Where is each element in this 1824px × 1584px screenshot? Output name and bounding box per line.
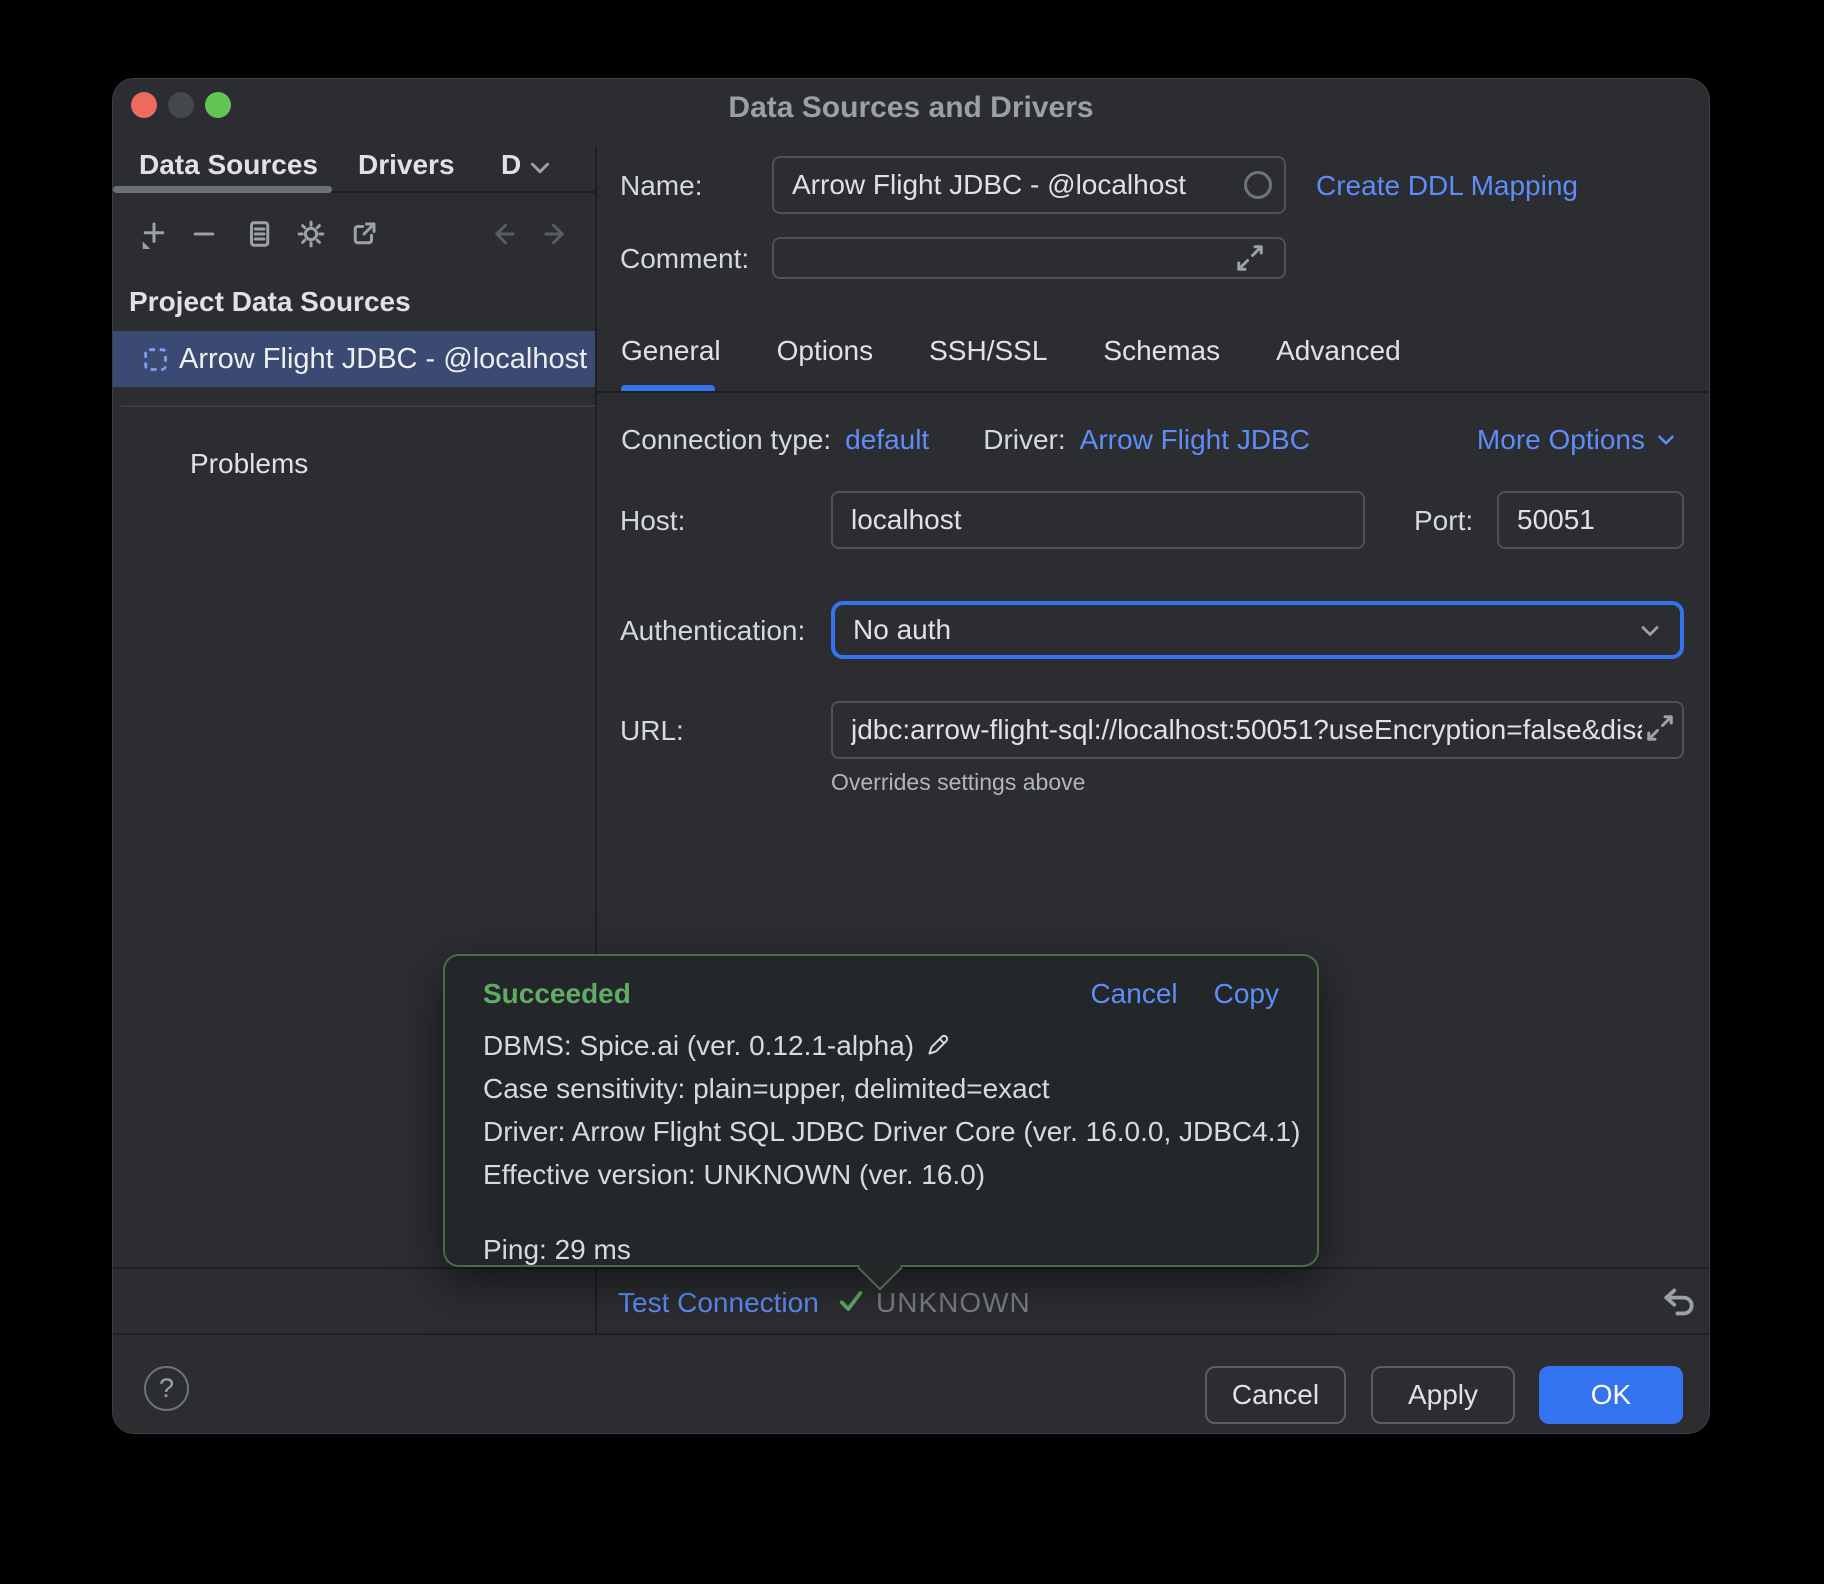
forward-icon[interactable] (541, 219, 571, 249)
datasource-label: Arrow Flight JDBC - @localhost (179, 343, 587, 376)
revert-undo-icon[interactable] (1660, 1281, 1698, 1319)
settings-gear-icon[interactable] (296, 219, 326, 249)
driver-value-link[interactable]: Arrow Flight JDBC (1080, 424, 1310, 456)
case-sensitivity-line: Case sensitivity: plain=upper, delimited… (483, 1067, 1050, 1110)
url-hint: Overrides settings above (831, 769, 1085, 796)
effective-version-line: Effective version: UNKNOWN (ver. 16.0) (483, 1153, 985, 1196)
authentication-value: No auth (853, 614, 951, 646)
name-input[interactable] (772, 156, 1286, 214)
edit-pencil-icon[interactable] (924, 1033, 950, 1059)
port-input[interactable] (1497, 491, 1684, 549)
tab-general[interactable]: General (621, 335, 721, 373)
ping-line: Ping: 29 ms (483, 1234, 1279, 1266)
url-label: URL: (620, 715, 684, 747)
datasource-list-item[interactable]: Arrow Flight JDBC - @localhost (113, 331, 595, 387)
connection-type-label: Connection type: (621, 424, 831, 456)
export-icon[interactable] (349, 219, 379, 249)
titlebar: Data Sources and Drivers (113, 79, 1709, 147)
test-connection-link[interactable]: Test Connection (618, 1287, 819, 1319)
help-icon[interactable]: ? (144, 1366, 189, 1411)
create-ddl-mapping-link[interactable]: Create DDL Mapping (1316, 170, 1578, 202)
cancel-button[interactable]: Cancel (1205, 1366, 1346, 1424)
back-icon[interactable] (488, 219, 518, 249)
expand-comment-icon[interactable] (1235, 243, 1265, 273)
test-connection-result-popup: Succeeded Cancel Copy DBMS: Spice.ai (ve… (443, 954, 1319, 1267)
data-sources-dialog: Data Sources and Drivers Data Sources Dr… (112, 78, 1710, 1434)
left-toolbar (113, 219, 595, 253)
section-header: Project Data Sources (129, 286, 411, 318)
add-icon[interactable] (139, 219, 169, 249)
authentication-label: Authentication: (620, 615, 805, 647)
left-panel-divider (121, 405, 595, 407)
connection-type-value[interactable]: default (845, 424, 929, 456)
host-input[interactable] (831, 491, 1365, 549)
comment-input[interactable] (772, 237, 1286, 279)
driver-label: Driver: (983, 424, 1065, 456)
popup-cancel-link[interactable]: Cancel (1090, 978, 1177, 1010)
desktop: Data Sources and Drivers Data Sources Dr… (0, 0, 1824, 1584)
test-connection-row: Test Connection UNKNOWN (113, 1267, 1710, 1333)
form-tabs-divider (597, 391, 1710, 393)
comment-label: Comment: (620, 243, 749, 275)
remove-icon[interactable] (189, 219, 219, 249)
success-checkmark-icon (835, 1285, 867, 1322)
status-succeeded: Succeeded (483, 978, 631, 1010)
tab-ddl-mappings-truncated[interactable]: D (501, 149, 521, 181)
url-input[interactable] (831, 701, 1684, 759)
tab-advanced[interactable]: Advanced (1276, 335, 1401, 373)
tab-schemas[interactable]: Schemas (1103, 335, 1220, 373)
driver-line: Driver: Arrow Flight SQL JDBC Driver Cor… (483, 1110, 1300, 1153)
apply-button[interactable]: Apply (1371, 1366, 1515, 1424)
name-label: Name: (620, 170, 702, 202)
dbms-line: DBMS: Spice.ai (ver. 0.12.1-alpha) (483, 1024, 914, 1067)
tab-ssh-ssl[interactable]: SSH/SSL (929, 335, 1047, 373)
dialog-footer: ? Cancel Apply OK (113, 1333, 1710, 1434)
name-spinner-icon (1244, 171, 1272, 199)
port-label: Port: (1414, 505, 1473, 537)
ok-button[interactable]: OK (1539, 1366, 1683, 1424)
tab-drivers[interactable]: Drivers (358, 149, 455, 181)
tabs-overflow-chevron-down-icon[interactable] (525, 153, 555, 188)
test-result-text: UNKNOWN (876, 1287, 1031, 1319)
form-tabs: General Options SSH/SSL Schemas Advanced (621, 335, 1401, 373)
window-title: Data Sources and Drivers (113, 91, 1709, 125)
connection-type-row: Connection type: default Driver: Arrow F… (621, 424, 1310, 456)
datasource-icon (141, 345, 169, 373)
authentication-select[interactable]: No auth (831, 601, 1684, 659)
select-chevron-down-icon (1636, 617, 1664, 652)
left-panel-tabs: Data Sources Drivers D (113, 147, 595, 193)
tab-options[interactable]: Options (777, 335, 874, 373)
host-label: Host: (620, 505, 685, 537)
problems-item[interactable]: Problems (190, 448, 308, 480)
expand-url-icon[interactable] (1645, 713, 1675, 743)
popup-copy-link[interactable]: Copy (1214, 978, 1279, 1010)
chevron-down-icon (1653, 427, 1679, 453)
duplicate-icon[interactable] (244, 219, 274, 249)
more-options-link[interactable]: More Options (1477, 424, 1679, 456)
tab-data-sources[interactable]: Data Sources (139, 149, 318, 181)
active-tab-underline (113, 186, 332, 193)
